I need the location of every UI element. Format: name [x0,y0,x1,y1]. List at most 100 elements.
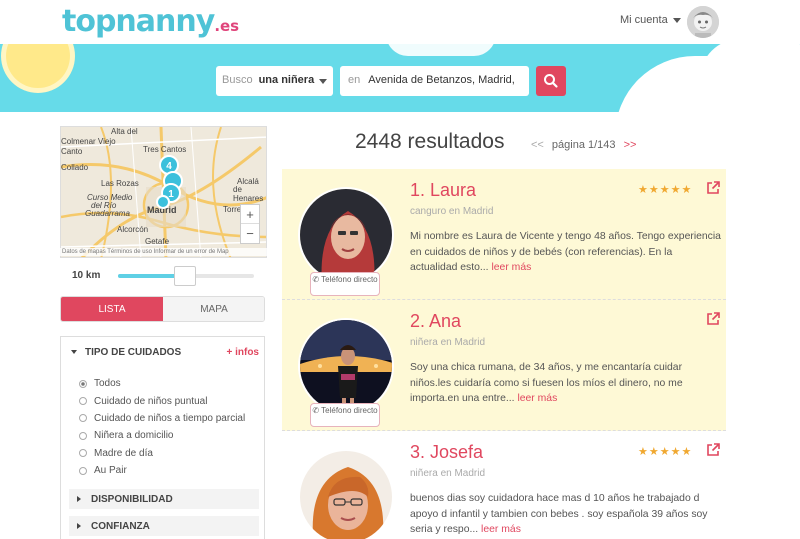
external-link-icon[interactable] [706,443,720,457]
filters-panel: TIPO DE CUIDADOS + infos Todos Cuidado d… [60,336,265,539]
caregiver-role: niñera en Madrid [410,468,486,479]
caregiver-name[interactable]: 3. Josefa [410,442,483,463]
external-link-icon[interactable] [706,312,720,326]
map-pin[interactable] [156,195,170,209]
section-title: CONFIANZA [91,521,150,532]
external-link-icon[interactable] [706,181,720,195]
care-type-label: Busco [222,74,253,86]
description-text: Mi nombre es Laura de Vicente y tengo 48… [410,231,721,273]
caregiver-description: Soy una chica rumana, de 34 años, y me e… [410,360,722,407]
read-more-link[interactable]: leer más [517,393,557,404]
chevron-down-icon [319,79,327,84]
direct-phone-badge[interactable]: ✆ Teléfono directo [310,403,380,427]
caret-right-icon [77,523,81,530]
top-header: topnanny.es Mi cuenta [0,0,800,44]
results-count: 2448 resultados [355,130,505,153]
availability-filter-header[interactable]: DISPONIBILIDAD [69,489,259,509]
caregiver-name[interactable]: 1. Laura [410,180,476,201]
cloud-decoration-right-2 [700,44,800,112]
search-banner: Busco una niñera en [0,44,800,112]
phone-label: Teléfono directo [321,275,378,284]
care-option-occasional[interactable]: Cuidado de niños puntual [79,392,245,409]
radio-button[interactable] [79,431,87,440]
prev-page-link[interactable]: << [531,139,544,151]
radio-button[interactable] [79,466,87,475]
care-option-au-pair[interactable]: Au Pair [79,462,245,479]
profile-photo[interactable] [298,318,394,414]
radio-button[interactable] [79,379,87,388]
location-input[interactable] [368,74,519,86]
tab-list[interactable]: LISTA [61,297,163,321]
trust-filter-header[interactable]: CONFIANZA [69,516,259,536]
account-label: Mi cuenta [620,14,668,26]
map-label: Getafe [145,237,170,246]
care-type-filter-header[interactable]: TIPO DE CUIDADOS + infos [71,347,259,358]
cloud-decoration [386,44,496,56]
profile-photo-image [300,451,392,539]
view-toggle: LISTA MAPA [60,296,265,322]
tab-map[interactable]: MAPA [163,297,264,321]
care-option-part-time[interactable]: Cuidado de niños a tiempo parcial [79,410,245,427]
care-option-home-nanny[interactable]: Niñera a domicilio [79,427,245,444]
user-avatar-icon [687,6,719,38]
next-page-link[interactable]: >> [624,139,637,151]
care-option-day-mother[interactable]: Madre de día [79,445,245,462]
caregiver-description: buenos dias soy cuidadora hace mas d 10 … [410,491,722,538]
care-type-select[interactable]: Busco una niñera [216,66,333,96]
caregiver-description: Mi nombre es Laura de Vicente y tengo 48… [410,229,722,276]
map-label: Alcorcón [117,225,149,234]
read-more-link[interactable]: leer más [481,524,521,535]
caret-right-icon [77,496,81,503]
search-button[interactable] [536,66,566,96]
profile-photo-image [300,189,392,281]
direct-phone-badge[interactable]: ✆ Teléfono directo [310,272,380,296]
map-label: Canto [61,147,83,156]
phone-icon: ✆ [312,406,320,415]
zoom-out-button[interactable]: − [241,224,259,243]
read-more-link[interactable]: leer más [491,262,531,273]
map-label: Las Rozas [101,179,139,188]
chevron-down-icon [672,17,681,23]
care-type-filter-title: TIPO DE CUIDADOS [85,347,182,358]
option-label: Cuidado de niños a tiempo parcial [94,412,246,424]
results-map[interactable]: Alta del Tres Cantos Las Rozas Madrid Al… [60,126,267,258]
radio-button[interactable] [79,397,87,406]
profile-photo[interactable] [298,187,394,283]
caregiver-name[interactable]: 2. Ana [410,311,461,332]
caregiver-role: niñera en Madrid [410,337,486,348]
zoom-in-button[interactable]: + [241,205,259,224]
radio-button[interactable] [79,449,87,458]
pagination: << página 1/143 >> [531,139,636,151]
map-label: Tres Cantos [143,145,187,154]
profile-photo-image [300,320,392,412]
map-label: de Henares [233,185,264,203]
result-card[interactable]: ✆ Teléfono directo 1. Laura canguro en M… [282,169,726,300]
search-icon [544,74,558,88]
option-label: Todos [94,378,121,390]
location-field[interactable]: en [340,66,529,96]
care-type-options: Todos Cuidado de niños puntual Cuidado d… [79,375,245,479]
radius-slider-fill [118,274,180,278]
description-text: buenos dias soy cuidadora hace mas d 10 … [410,493,708,535]
profile-photo[interactable] [298,449,394,539]
more-info-link[interactable]: + infos [226,347,259,358]
logo-suffix: .es [214,17,240,35]
radio-button[interactable] [79,414,87,423]
topnanny-logo[interactable]: topnanny.es [62,4,239,39]
star-rating: ★★★★★ [638,446,693,458]
avatar[interactable] [687,6,719,38]
result-card[interactable]: 3. Josefa niñera en Madrid buenos dias s… [282,431,726,539]
care-option-all[interactable]: Todos [79,375,245,392]
result-card[interactable]: ✆ Teléfono directo 2. Ana niñera en Madr… [282,300,726,431]
caregiver-role: canguro en Madrid [410,206,494,217]
star-rating: ★★★★★ [638,184,693,196]
option-label: Niñera a domicilio [94,430,174,442]
radius-label: 10 km [72,270,101,281]
account-menu[interactable]: Mi cuenta [620,14,681,26]
map-attribution[interactable]: Datos de mapas Términos de uso Informar … [60,248,267,256]
option-label: Madre de día [94,447,153,459]
radius-slider-handle[interactable] [174,266,196,286]
option-label: Cuidado de niños puntual [94,395,208,407]
phone-label: Teléfono directo [321,406,378,415]
map-label: Colmenar Viejo [61,137,116,146]
